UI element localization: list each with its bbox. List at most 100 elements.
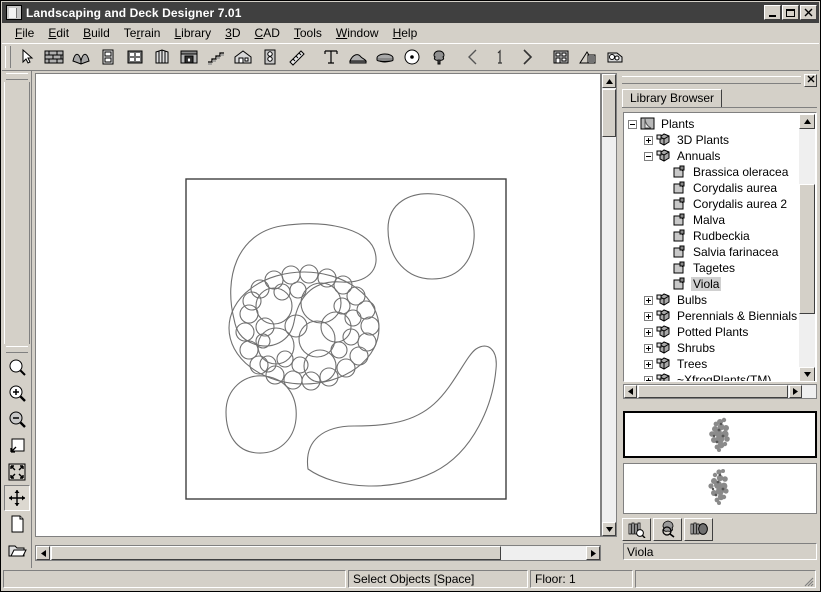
tree-vscroll-up-button[interactable] (799, 114, 815, 129)
tree-item-brassica-oleracea[interactable]: Brassica oleracea (628, 164, 801, 180)
text-tool[interactable] (318, 45, 344, 69)
library-search-button[interactable] (622, 518, 651, 541)
vscroll-thumb[interactable] (602, 89, 616, 137)
terrain-flat-tool[interactable] (372, 45, 398, 69)
expander-plus-icon[interactable] (644, 328, 653, 337)
elevation-view-button[interactable] (548, 45, 574, 69)
wall-tool[interactable] (41, 45, 67, 69)
toolbar-grip[interactable] (5, 46, 11, 68)
library-panel-close-button[interactable] (804, 74, 817, 87)
floor-number-button[interactable] (487, 45, 513, 69)
menu-terrain[interactable]: Terrain (117, 24, 168, 42)
door-tool[interactable] (95, 45, 121, 69)
pan-tool[interactable] (4, 485, 30, 511)
tree-hscroll-left-button[interactable] (624, 385, 637, 398)
tree-item-malva[interactable]: Malva (628, 212, 801, 228)
menu-edit[interactable]: Edit (41, 24, 76, 42)
close-button[interactable] (800, 5, 817, 20)
tree-item-bulbs[interactable]: Bulbs (628, 292, 801, 308)
tree-hscroll-right-button[interactable] (789, 385, 802, 398)
plan-canvas[interactable] (35, 73, 601, 537)
tree-vscroll-thumb[interactable] (799, 184, 815, 314)
tree-item-xfrogplants[interactable]: ~XfrogPlants(TM) (628, 372, 801, 381)
library-tree[interactable]: Plants 3D Plants Annuals (623, 112, 817, 382)
tree-item-corydalis-aurea[interactable]: Corydalis aurea (628, 180, 801, 196)
vscroll-up-button[interactable] (602, 74, 616, 88)
fixture-tool[interactable] (257, 45, 283, 69)
house-tool[interactable] (230, 45, 256, 69)
menu-tools[interactable]: Tools (287, 24, 329, 42)
tree-item-shrubs[interactable]: Shrubs (628, 340, 801, 356)
hscroll-left-button[interactable] (36, 546, 50, 560)
canvas-horizontal-scrollbar[interactable] (35, 545, 601, 561)
zoom-window-button[interactable] (4, 433, 30, 459)
zoom-tool[interactable] (4, 355, 30, 381)
menu-library[interactable]: Library (167, 24, 218, 42)
menu-build[interactable]: Build (76, 24, 117, 42)
fireplace-tool[interactable] (176, 45, 202, 69)
expander-minus-icon[interactable] (628, 120, 637, 129)
tree-item-potted-plants[interactable]: Potted Plants (628, 324, 801, 340)
library-panel-grip[interactable] (622, 76, 801, 84)
terrain-tool[interactable] (345, 45, 371, 69)
plant-tool[interactable] (426, 45, 452, 69)
tree-item-annuals[interactable]: Annuals (628, 148, 801, 164)
maximize-button[interactable] (782, 5, 799, 20)
circle-tool[interactable] (399, 45, 425, 69)
tab-library-browser[interactable]: Library Browser (622, 89, 722, 107)
zoom-out-button[interactable] (4, 407, 30, 433)
tree-item-salvia-farinacea[interactable]: Salvia farinacea (628, 244, 801, 260)
dimension-tool[interactable] (284, 45, 310, 69)
minimize-button[interactable] (764, 5, 781, 20)
open-plan-button[interactable] (4, 537, 30, 563)
menu-window[interactable]: Window (329, 24, 386, 42)
next-floor-button[interactable] (514, 45, 540, 69)
tree-item-corydalis-aurea-2[interactable]: Corydalis aurea 2 (628, 196, 801, 212)
tree-item-rudbeckia[interactable]: Rudbeckia (628, 228, 801, 244)
expander-plus-icon[interactable] (644, 296, 653, 305)
tree-item-3d-plants[interactable]: 3D Plants (628, 132, 801, 148)
expander-plus-icon[interactable] (644, 312, 653, 321)
expander-plus-icon[interactable] (644, 136, 653, 145)
tree-item-viola[interactable]: Viola (628, 276, 801, 292)
roof-tool[interactable] (68, 45, 94, 69)
perspective-view-button[interactable] (575, 45, 601, 69)
menu-3d[interactable]: 3D (218, 24, 247, 42)
hscroll-thumb[interactable] (51, 546, 501, 560)
canvas-vertical-scrollbar[interactable] (601, 73, 617, 537)
preview-thumbnail-bottom[interactable] (623, 463, 817, 514)
prev-floor-button[interactable] (460, 45, 486, 69)
expander-plus-icon[interactable] (644, 360, 653, 369)
camera-view-button[interactable] (602, 45, 628, 69)
resize-grip-icon[interactable] (800, 573, 814, 587)
menu-help[interactable]: Help (386, 24, 425, 42)
new-plan-button[interactable] (4, 511, 30, 537)
cabinet-tool[interactable] (149, 45, 175, 69)
expander-plus-icon[interactable] (644, 344, 653, 353)
zoom-in-button[interactable] (4, 381, 30, 407)
expander-minus-icon[interactable] (644, 152, 653, 161)
tree-item-perennials-biennials[interactable]: Perennials & Biennials (628, 308, 801, 324)
tree-horizontal-scrollbar[interactable] (623, 384, 817, 399)
stairs-tool[interactable] (203, 45, 229, 69)
hscroll-right-button[interactable] (586, 546, 600, 560)
preview-thumbnail-top[interactable] (623, 411, 817, 458)
fill-window-button[interactable] (4, 459, 30, 485)
window-tool[interactable] (122, 45, 148, 69)
tree-vertical-scrollbar[interactable] (799, 114, 815, 382)
tree-vscroll-down-button[interactable] (799, 367, 815, 382)
menu-cad[interactable]: CAD (248, 24, 287, 42)
view-toolbar-grip[interactable] (6, 73, 28, 80)
vscroll-down-button[interactable] (602, 522, 616, 536)
tree-item-tagetes[interactable]: Tagetes (628, 260, 801, 276)
expander-plus-icon[interactable] (644, 376, 653, 382)
view-toolbar-grip-2[interactable] (6, 346, 28, 353)
vscroll-track[interactable] (602, 74, 616, 536)
select-tool[interactable] (14, 45, 40, 69)
tree-hscroll-thumb[interactable] (638, 385, 788, 398)
plant-search-button[interactable] (653, 518, 682, 541)
plant-image-button[interactable] (684, 518, 713, 541)
tree-item-trees[interactable]: Trees (628, 356, 801, 372)
tree-item-plants[interactable]: Plants (628, 116, 801, 132)
menu-file[interactable]: File (8, 24, 41, 42)
